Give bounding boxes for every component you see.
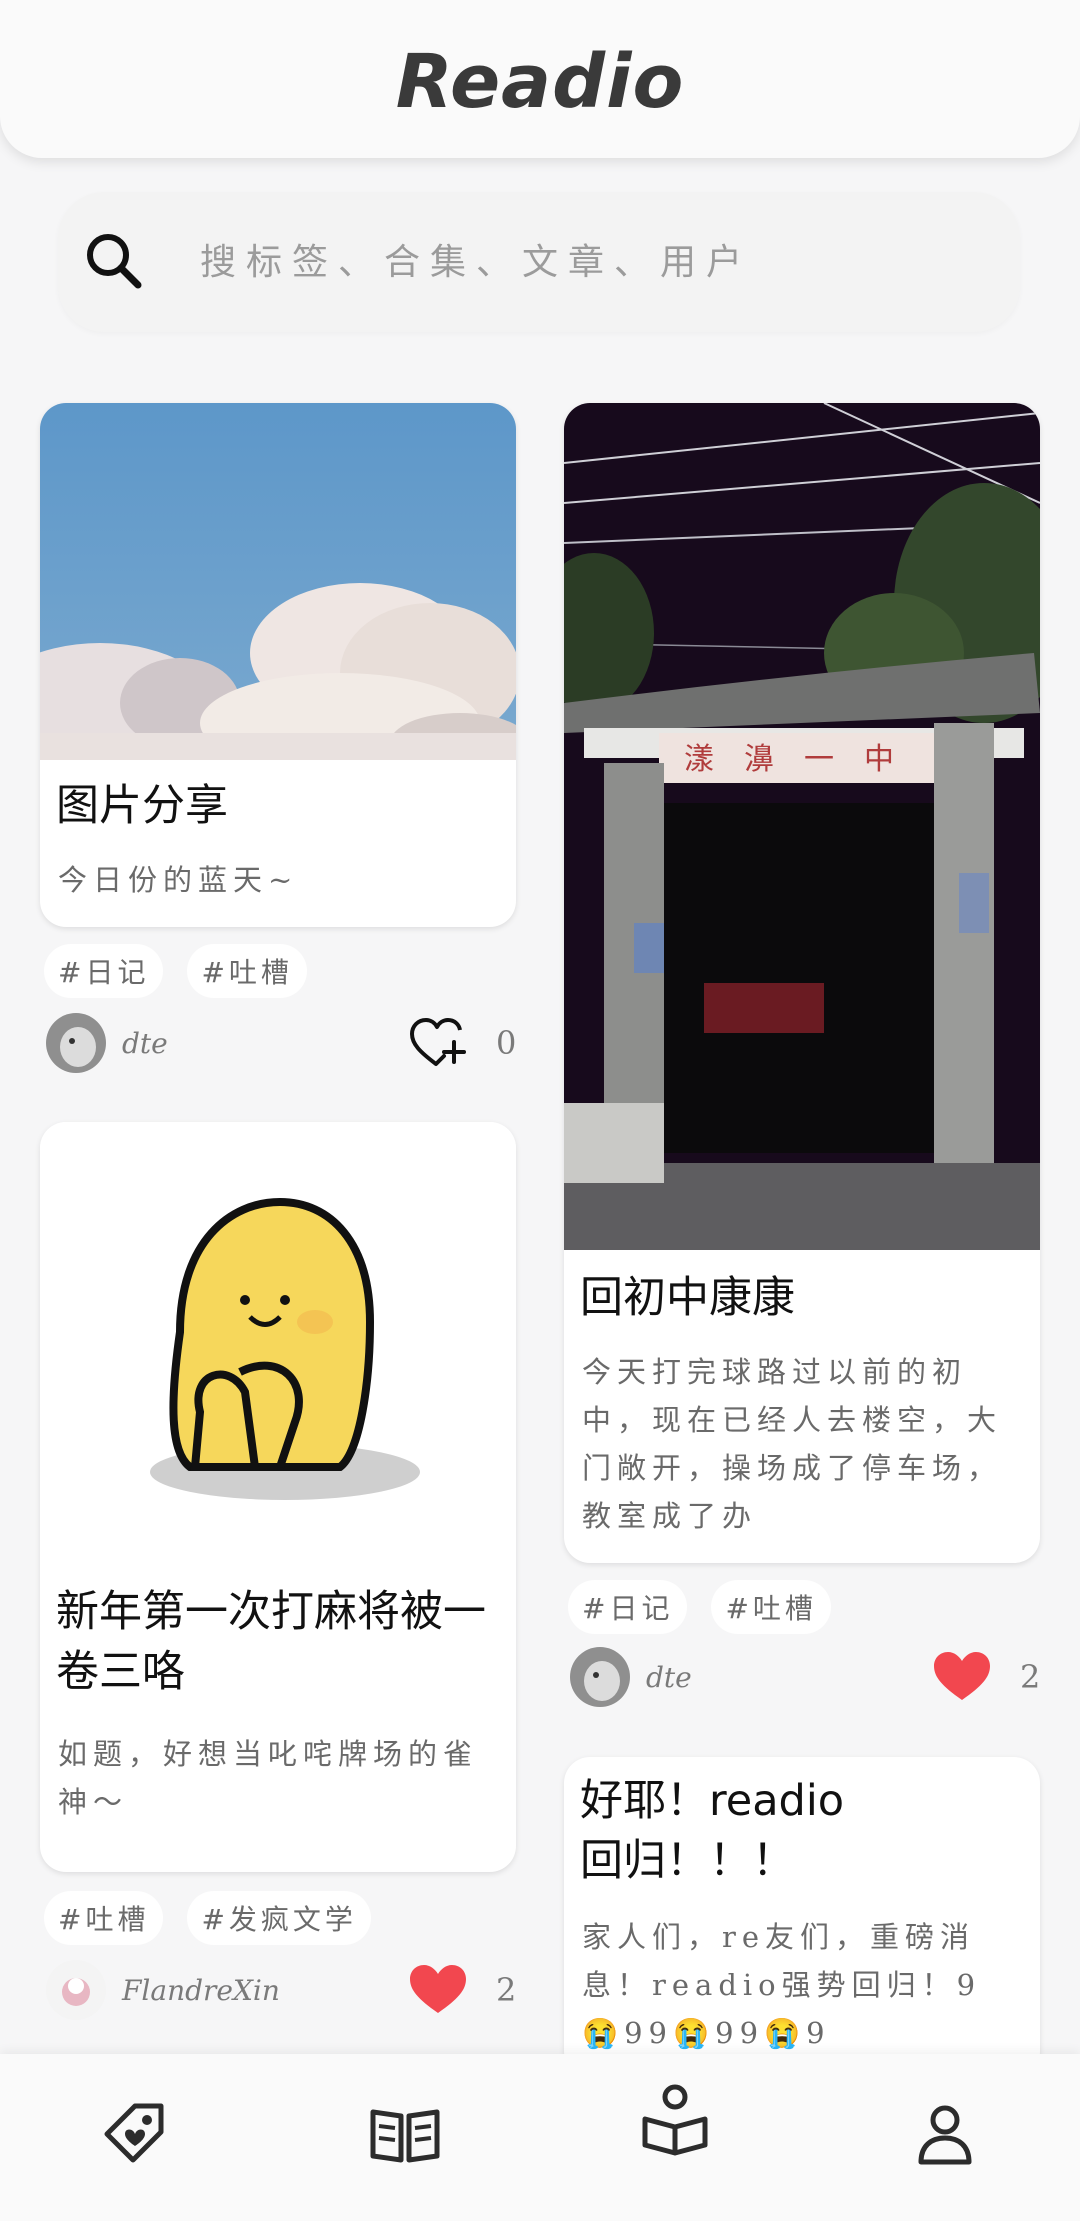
tag-chip[interactable]: #发疯文学	[187, 1891, 371, 1945]
like-count: 2	[496, 1971, 517, 2009]
tag-chip[interactable]: #吐槽	[44, 1891, 164, 1945]
tag-chip[interactable]: #吐槽	[711, 1580, 831, 1634]
heart-filled-icon[interactable]	[932, 1650, 992, 1704]
search-icon	[87, 234, 142, 289]
post-title: 好耶！readio回归！！！	[580, 1776, 845, 1886]
heart-filled-icon[interactable]	[408, 1963, 468, 2017]
app-title: Readio	[395, 39, 685, 125]
post-title: 回初中康康	[580, 1273, 795, 1323]
like-count: 0	[496, 1024, 517, 1062]
author-name[interactable]: dte	[122, 1027, 408, 1060]
avatar[interactable]	[46, 1960, 106, 2020]
profile-icon[interactable]	[905, 2094, 985, 2174]
avatar[interactable]	[570, 1647, 630, 1707]
post-excerpt: 今日份的蓝天~	[58, 863, 299, 897]
book-icon[interactable]	[365, 2094, 445, 2174]
search-bar[interactable]	[58, 192, 1020, 332]
post-excerpt: 如题，好想当叱咤牌场的雀神～	[58, 1737, 479, 1819]
author-name[interactable]: FlandreXin	[122, 1974, 408, 2007]
tag-chip[interactable]: #日记	[44, 944, 164, 998]
tag-chip[interactable]: #日记	[568, 1580, 688, 1634]
post-image	[40, 1122, 516, 1580]
gate-sign: 漾濞一中	[684, 742, 924, 777]
like-count: 2	[1020, 1658, 1041, 1696]
post-card[interactable]: 漾濞一中 回初中康康 今天打完球路过以前的初中，现在已经人去楼空，大门敞开，操场…	[564, 403, 1040, 1563]
bottom-tab-bar	[0, 2054, 1080, 2221]
search-input[interactable]	[200, 241, 1000, 283]
avatar[interactable]	[46, 1013, 106, 1073]
tag-chip[interactable]: #吐槽	[187, 944, 307, 998]
post-title: 图片分享	[56, 781, 228, 831]
post-card[interactable]: 新年第一次打麻将被一卷三咯 如题，好想当叱咤牌场的雀神～	[40, 1122, 516, 1872]
post-card[interactable]: 图片分享 今日份的蓝天~	[40, 403, 516, 927]
post-title: 新年第一次打麻将被一卷三咯	[56, 1587, 486, 1697]
app-header: Readio	[0, 0, 1080, 158]
post-card[interactable]: 好耶！readio回归！！！ 家人们，re友们，重磅消息！readio强势回归！…	[564, 1757, 1040, 2077]
author-name[interactable]: dte	[646, 1661, 932, 1694]
like-add-icon[interactable]	[408, 1016, 468, 1070]
post-excerpt: 家人们，re友们，重磅消息！readio强势回归！9😭99😭99😭9	[582, 1920, 982, 2050]
post-excerpt: 今天打完球路过以前的初中，现在已经人去楼空，大门敞开，操场成了停车场，教室成了办	[582, 1355, 1003, 1533]
reader-icon[interactable]	[635, 2079, 715, 2159]
post-image	[40, 403, 516, 760]
post-image: 漾濞一中	[564, 403, 1040, 1250]
tags-icon[interactable]	[95, 2094, 175, 2174]
